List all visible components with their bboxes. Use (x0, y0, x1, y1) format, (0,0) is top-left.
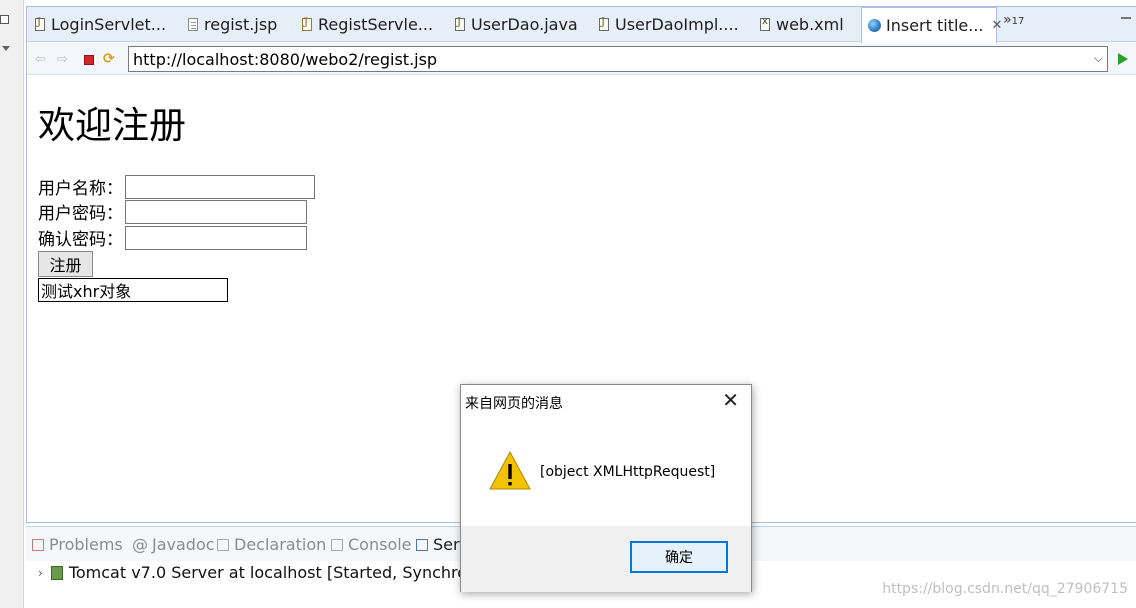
jsp-file-icon (188, 18, 198, 31)
tab-label: Insert title... (886, 16, 984, 35)
tab-label: UserDaoImpl.... (615, 15, 739, 34)
url-input[interactable] (133, 49, 1073, 69)
view-menu-icon[interactable] (2, 46, 10, 51)
password-label: 用户密码： (38, 204, 123, 224)
tab-regist-jsp[interactable]: regist.jsp (182, 7, 277, 42)
chevron-double-right-icon: » (1003, 12, 1012, 28)
servlet-file-icon (302, 17, 312, 31)
password-row: 用户密码： (38, 199, 307, 224)
tab-label: UserDao.java (471, 15, 578, 34)
close-icon[interactable]: ✕ (722, 388, 739, 412)
back-arrow-icon[interactable]: ⇦ (35, 52, 46, 67)
console-icon (331, 538, 343, 551)
servers-icon (416, 538, 428, 551)
alert-dialog: 来自网页的消息 ✕ [object XMLHttpRequest] 确定 (460, 384, 752, 592)
tab-servers[interactable]: Ser (416, 535, 460, 554)
dialog-title: 来自网页的消息 (465, 396, 563, 412)
tab-loginservlet[interactable]: LoginServlet... (29, 7, 166, 42)
tab-userdaoimpl[interactable]: UserDaoImpl.... (593, 7, 739, 42)
username-input[interactable] (125, 174, 315, 199)
maximize-icon[interactable] (1121, 17, 1131, 19)
tab-label: Javadoc (152, 535, 215, 554)
page-title: 欢迎注册 (38, 104, 186, 147)
test-xhr-input[interactable] (38, 278, 228, 302)
go-icon[interactable] (1118, 53, 1128, 65)
tab-registservlet[interactable]: RegistServle... (296, 7, 433, 42)
tab-label: RegistServle... (318, 15, 434, 34)
browser-toolbar: ⇦ ⇨ ⟳ ⌵ (27, 43, 1136, 75)
tab-console[interactable]: Console (331, 535, 412, 554)
confirm-password-input[interactable] (125, 225, 307, 250)
confirm-password-label: 确认密码： (38, 230, 123, 250)
tab-insert-title[interactable]: Insert title... ✕ (861, 7, 1002, 43)
declaration-icon (217, 538, 229, 551)
tab-declaration[interactable]: Declaration (217, 535, 326, 554)
watermark: https://blog.csdn.net/qq_27906715 (882, 581, 1128, 597)
server-row[interactable]: › Tomcat v7.0 Server at localhost [Start… (38, 563, 500, 582)
tab-userdao[interactable]: UserDao.java (449, 7, 578, 42)
tab-label: Ser (433, 535, 460, 554)
refresh-icon[interactable]: ⟳ (103, 51, 115, 67)
java-file-icon (599, 17, 609, 31)
tab-label: Declaration (234, 535, 327, 554)
problems-icon (32, 538, 44, 551)
overflow-count: 17 (1011, 16, 1025, 27)
java-file-icon (35, 17, 45, 31)
server-label: Tomcat v7.0 Server at localhost [Started… (68, 563, 500, 582)
warning-icon (489, 450, 531, 490)
username-row: 用户名称： (38, 174, 315, 199)
chevron-down-icon[interactable]: ⌵ (1094, 51, 1103, 66)
at-icon: @ (132, 535, 148, 554)
tomcat-server-icon (50, 565, 63, 580)
chevron-right-icon[interactable]: › (38, 566, 43, 580)
editor-tab-bar: LoginServlet... regist.jsp RegistServle.… (27, 7, 1136, 43)
tab-label: web.xml (776, 15, 844, 34)
tab-label: Console (348, 535, 412, 554)
tab-label: LoginServlet... (51, 15, 167, 34)
close-tab-icon[interactable]: ✕ (992, 18, 1003, 33)
ok-button[interactable]: 确定 (630, 541, 728, 573)
globe-icon (868, 19, 881, 32)
dialog-footer: 确定 (461, 526, 751, 592)
tab-problems[interactable]: Problems (32, 535, 123, 554)
minimize-icon[interactable] (0, 15, 9, 24)
tab-web-xml[interactable]: web.xml (754, 7, 844, 42)
url-bar[interactable]: ⌵ (128, 46, 1108, 72)
stop-icon[interactable] (84, 55, 94, 65)
register-button[interactable]: 注册 (38, 251, 93, 277)
username-label: 用户名称： (38, 179, 123, 199)
tab-overflow-button[interactable]: »17 (1003, 12, 1024, 28)
tab-label: regist.jsp (204, 15, 278, 34)
dialog-message: [object XMLHttpRequest] (540, 464, 716, 480)
java-file-icon (455, 17, 465, 31)
xml-file-icon (760, 16, 770, 31)
tab-javadoc[interactable]: @ Javadoc (132, 535, 215, 554)
forward-arrow-icon[interactable]: ⇨ (57, 52, 68, 67)
confirm-password-row: 确认密码： (38, 225, 307, 250)
left-side-strip (0, 0, 24, 608)
tab-label: Problems (49, 535, 123, 554)
password-input[interactable] (125, 199, 307, 224)
